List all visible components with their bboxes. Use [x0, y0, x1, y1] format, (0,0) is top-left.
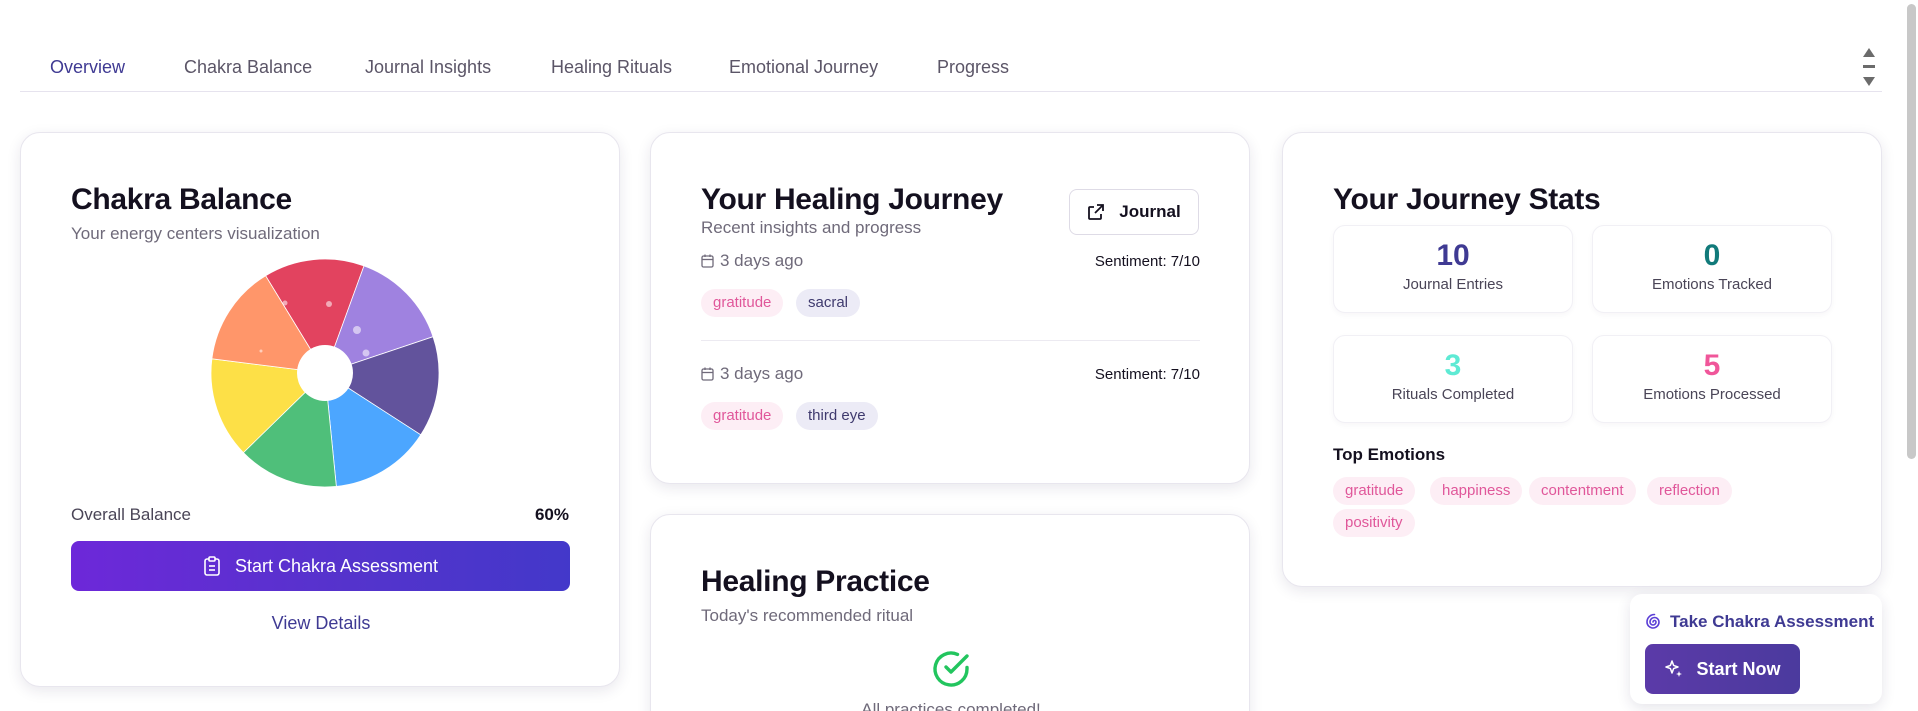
take-assessment-title: Take Chakra Assessment — [1644, 612, 1874, 632]
entry-date-text: 3 days ago — [720, 251, 804, 270]
entry-date-text: 3 days ago — [720, 364, 804, 383]
stat-label: Emotions Tracked — [1651, 276, 1773, 293]
journal-button-label: Journal — [1119, 202, 1181, 221]
page-scrollbar-thumb[interactable] — [1907, 4, 1916, 459]
chakra-pie-chart[interactable] — [205, 253, 445, 493]
stat-value: 0 — [1703, 239, 1721, 272]
emotion-tag: contentment — [1529, 477, 1636, 505]
stat-label: Emotions Processed — [1643, 386, 1781, 403]
overall-balance-label: Overall Balance — [71, 505, 192, 524]
healing-journey-card: Your Healing Journey Recent insights and… — [650, 132, 1250, 484]
start-now-button[interactable]: Start Now — [1645, 644, 1800, 694]
entry-date: 3 days ago — [701, 364, 803, 384]
top-emotions-title: Top Emotions — [1333, 445, 1446, 464]
view-details-link[interactable]: View Details — [21, 613, 621, 634]
tab-journal-insights[interactable]: Journal Insights — [365, 57, 491, 78]
emotion-tag: gratitude — [1333, 477, 1416, 505]
pie-center-hole — [297, 345, 353, 401]
stat-emotions-processed: 5 Emotions Processed — [1592, 335, 1832, 423]
overall-balance-value: 60% — [534, 505, 569, 524]
card-title: Your Healing Journey — [701, 183, 1003, 216]
tab-overview[interactable]: Overview — [50, 57, 125, 78]
stat-rituals-completed: 3 Rituals Completed — [1333, 335, 1573, 423]
practice-status: All practices completed! — [861, 700, 1041, 711]
start-chakra-assessment-label: Start Chakra Assessment — [234, 555, 439, 576]
emotion-tag: positivity — [1333, 509, 1415, 537]
stat-value: 10 — [1436, 239, 1470, 272]
journal-button[interactable]: Journal — [1069, 189, 1199, 235]
chakra-balance-card: Chakra Balance Your energy centers visua… — [20, 132, 620, 687]
entry-tag: sacral — [796, 289, 861, 317]
tab-progress[interactable]: Progress — [937, 57, 1009, 78]
card-subtitle: Recent insights and progress — [701, 218, 922, 237]
clipboard-icon — [204, 556, 220, 576]
stat-journal-entries: 10 Journal Entries — [1333, 225, 1573, 313]
tab-emotional-journey[interactable]: Emotional Journey — [729, 57, 878, 78]
entry-sentiment: Sentiment: 7/10 — [1094, 366, 1200, 383]
tab-chakra-balance[interactable]: Chakra Balance — [184, 57, 312, 78]
energy-particle — [326, 301, 332, 307]
stat-value: 3 — [1444, 349, 1462, 382]
stat-value: 5 — [1703, 349, 1721, 382]
card-title: Your Journey Stats — [1333, 183, 1601, 216]
energy-particle — [259, 349, 263, 353]
card-subtitle: Today's recommended ritual — [701, 606, 914, 625]
check-circle-icon — [933, 651, 969, 687]
emotion-tag: reflection — [1647, 477, 1732, 505]
start-chakra-assessment-button[interactable]: Start Chakra Assessment — [71, 541, 570, 591]
page-scrollbar[interactable] — [1904, 0, 1918, 711]
emotion-tag: happiness — [1430, 477, 1523, 505]
journey-stats-card: Your Journey Stats 10 Journal Entries 0 … — [1282, 132, 1882, 587]
entry-tag: gratitude — [701, 402, 784, 430]
energy-particle — [362, 349, 370, 357]
start-now-label: Start Now — [1696, 658, 1781, 679]
take-assessment-widget: Take Chakra Assessment Start Now — [1630, 594, 1882, 704]
tab-bar: Overview Chakra Balance Journal Insights… — [20, 0, 1882, 92]
take-assessment-label: Take Chakra Assessment — [1670, 612, 1875, 631]
stat-label: Journal Entries — [1402, 276, 1504, 293]
card-title: Healing Practice — [701, 565, 930, 598]
tab-scroll-arrows-icon[interactable] — [1862, 46, 1876, 88]
entry-tag: gratitude — [701, 289, 784, 317]
energy-particle — [353, 326, 361, 334]
calendar-icon — [701, 254, 714, 268]
healing-practice-card: Healing Practice Today's recommended rit… — [650, 514, 1250, 711]
sparkles-icon — [1665, 660, 1683, 677]
external-link-icon — [1088, 204, 1105, 220]
stat-emotions-tracked: 0 Emotions Tracked — [1592, 225, 1832, 313]
stat-label: Rituals Completed — [1391, 386, 1515, 403]
entry-tag: third eye — [796, 402, 878, 430]
card-subtitle: Your energy centers visualization — [71, 224, 320, 243]
spiral-icon — [1646, 613, 1660, 629]
calendar-icon — [701, 367, 714, 381]
tab-healing-rituals[interactable]: Healing Rituals — [551, 57, 672, 78]
entry-date: 3 days ago — [701, 251, 803, 271]
entry-sentiment: Sentiment: 7/10 — [1094, 253, 1200, 270]
card-title: Chakra Balance — [71, 183, 292, 216]
entry-divider — [701, 340, 1200, 341]
energy-particle — [282, 300, 288, 306]
